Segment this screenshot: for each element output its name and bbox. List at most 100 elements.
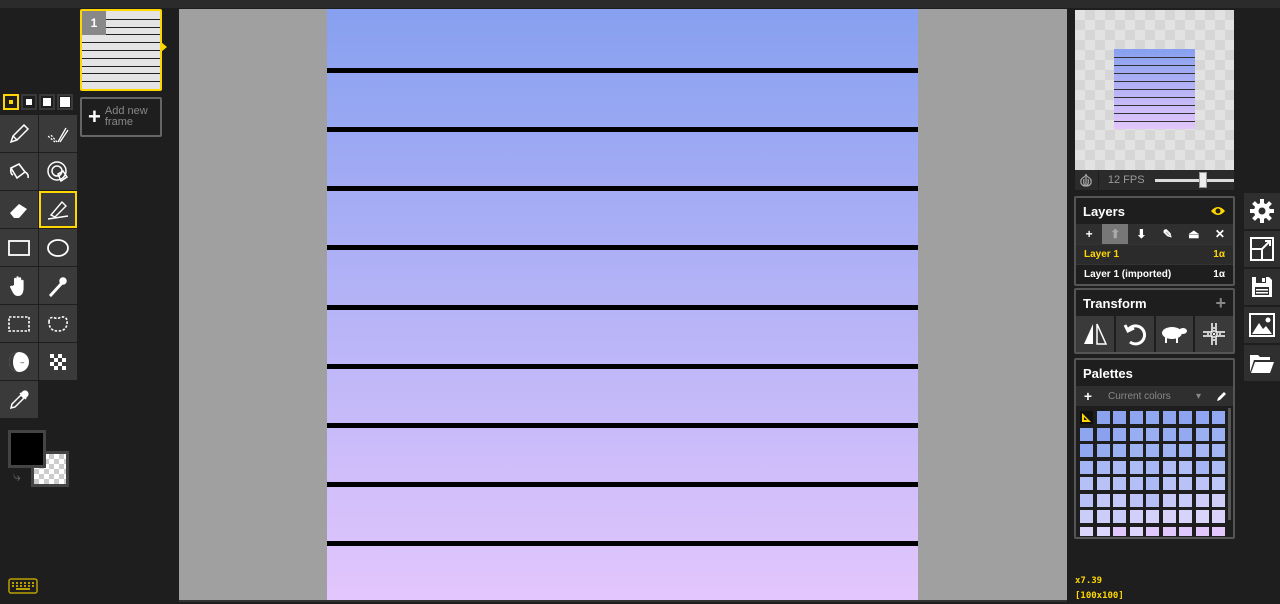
- palette-swatch[interactable]: [1080, 427, 1093, 441]
- palette-swatch[interactable]: [1113, 411, 1126, 424]
- save-button[interactable]: [1244, 269, 1280, 305]
- add-palette-button[interactable]: +: [1076, 388, 1100, 404]
- color-ramp-icon[interactable]: [1080, 411, 1093, 424]
- palette-swatch[interactable]: [1080, 460, 1093, 474]
- pen-size-3[interactable]: [39, 94, 55, 110]
- palette-swatch[interactable]: [1129, 444, 1143, 457]
- palette-swatch[interactable]: [1146, 427, 1159, 441]
- palette-swatch[interactable]: [1212, 427, 1225, 441]
- center-button[interactable]: [1195, 316, 1233, 352]
- palette-swatch[interactable]: [1179, 510, 1192, 523]
- palette-swatch[interactable]: [1096, 411, 1110, 424]
- palette-swatch[interactable]: [1080, 477, 1093, 490]
- palette-swatch[interactable]: [1212, 493, 1225, 507]
- edit-palette-button[interactable]: [1209, 391, 1233, 402]
- palette-swatch[interactable]: [1195, 444, 1209, 457]
- palette-select[interactable]: Current colors ▾: [1100, 391, 1209, 402]
- palette-swatch[interactable]: [1212, 460, 1225, 474]
- lighten-tool[interactable]: + –: [0, 343, 38, 380]
- palette-swatch[interactable]: [1162, 526, 1176, 536]
- palette-swatch[interactable]: [1195, 411, 1209, 424]
- rename-layer-button[interactable]: ✎: [1155, 224, 1181, 244]
- palette-scrollbar[interactable]: [1228, 408, 1231, 520]
- palette-swatch[interactable]: [1129, 427, 1143, 441]
- palette-swatch[interactable]: [1146, 526, 1159, 536]
- palette-swatch[interactable]: [1096, 427, 1110, 441]
- rectangle-selection-tool[interactable]: [0, 305, 38, 342]
- dithering-tool[interactable]: [39, 343, 77, 380]
- palette-swatch[interactable]: [1179, 460, 1192, 474]
- palette-swatch[interactable]: [1162, 510, 1176, 523]
- shape-selection-tool[interactable]: [39, 267, 77, 304]
- resize-button[interactable]: [1244, 231, 1280, 267]
- fps-slider[interactable]: [1154, 171, 1234, 188]
- drawing-stage[interactable]: [179, 9, 1067, 601]
- palette-swatch[interactable]: [1179, 526, 1192, 536]
- palette-swatch[interactable]: [1096, 526, 1110, 536]
- palette-swatch[interactable]: [1195, 510, 1209, 523]
- paint-all-same-color-tool[interactable]: [39, 153, 77, 190]
- open-button[interactable]: [1244, 345, 1280, 381]
- palette-swatch[interactable]: [1113, 477, 1126, 490]
- pen-tool[interactable]: [0, 115, 38, 152]
- palette-swatch[interactable]: [1212, 411, 1225, 424]
- vertical-mirror-pen-tool[interactable]: [39, 115, 77, 152]
- palette-swatch[interactable]: [1195, 477, 1209, 490]
- rotate-button[interactable]: [1115, 316, 1154, 352]
- palette-swatch[interactable]: [1113, 444, 1126, 457]
- palette-swatch[interactable]: [1096, 444, 1110, 457]
- eraser-tool[interactable]: [0, 191, 38, 228]
- circle-tool[interactable]: [39, 229, 77, 266]
- palette-swatch[interactable]: [1195, 526, 1209, 536]
- delete-layer-button[interactable]: ✕: [1207, 224, 1233, 244]
- keyboard-icon[interactable]: [8, 578, 38, 594]
- palette-swatch[interactable]: [1146, 411, 1159, 424]
- palette-swatch[interactable]: [1113, 460, 1126, 474]
- primary-color[interactable]: [8, 430, 46, 468]
- palette-swatch[interactable]: [1162, 444, 1176, 457]
- palette-swatch[interactable]: [1113, 510, 1126, 523]
- move-layer-down-button[interactable]: ⬇: [1128, 224, 1154, 244]
- palette-swatch[interactable]: [1129, 460, 1143, 474]
- palette-swatch[interactable]: [1162, 493, 1176, 507]
- drawing-canvas[interactable]: [327, 9, 918, 601]
- settings-button[interactable]: [1244, 193, 1280, 229]
- palette-swatch[interactable]: [1129, 477, 1143, 490]
- palette-swatch[interactable]: [1195, 460, 1209, 474]
- layer-item[interactable]: Layer 1 (imported) 1α: [1076, 264, 1233, 284]
- palette-swatch[interactable]: [1096, 477, 1110, 490]
- stroke-tool[interactable]: [39, 191, 77, 228]
- palette-swatch[interactable]: [1162, 427, 1176, 441]
- palette-swatch[interactable]: [1080, 526, 1093, 536]
- palette-swatch[interactable]: [1113, 427, 1126, 441]
- frame-thumbnail[interactable]: 1: [80, 9, 162, 91]
- palette-swatch[interactable]: [1195, 427, 1209, 441]
- move-tool[interactable]: [0, 267, 38, 304]
- palette-swatch[interactable]: [1212, 510, 1225, 523]
- palette-swatch[interactable]: [1096, 510, 1110, 523]
- palette-swatch[interactable]: [1212, 444, 1225, 457]
- palette-swatch[interactable]: [1096, 460, 1110, 474]
- palette-swatch[interactable]: [1096, 493, 1110, 507]
- pen-size-4[interactable]: [57, 94, 73, 110]
- clone-button[interactable]: [1155, 316, 1194, 352]
- flip-button[interactable]: [1076, 316, 1114, 352]
- palette-swatch[interactable]: [1146, 460, 1159, 474]
- palette-swatch[interactable]: [1179, 444, 1192, 457]
- palette-swatch[interactable]: [1212, 477, 1225, 490]
- merge-layer-button[interactable]: ⏏: [1181, 224, 1207, 244]
- palette-swatch[interactable]: [1179, 427, 1192, 441]
- palette-swatch[interactable]: [1146, 493, 1159, 507]
- palette-swatch[interactable]: [1113, 493, 1126, 507]
- layer-item[interactable]: Layer 1 1α: [1076, 244, 1233, 264]
- palette-swatch[interactable]: [1146, 444, 1159, 457]
- palette-swatch[interactable]: [1129, 493, 1143, 507]
- palette-swatch[interactable]: [1129, 526, 1143, 536]
- onion-skin-toggle[interactable]: [1075, 170, 1099, 190]
- color-picker-tool[interactable]: [0, 381, 38, 418]
- swap-colors-icon[interactable]: ⤷: [13, 468, 21, 485]
- palette-swatch[interactable]: [1129, 510, 1143, 523]
- palette-swatch[interactable]: [1129, 411, 1143, 424]
- palette-swatch[interactable]: [1179, 493, 1192, 507]
- rectangle-tool[interactable]: [0, 229, 38, 266]
